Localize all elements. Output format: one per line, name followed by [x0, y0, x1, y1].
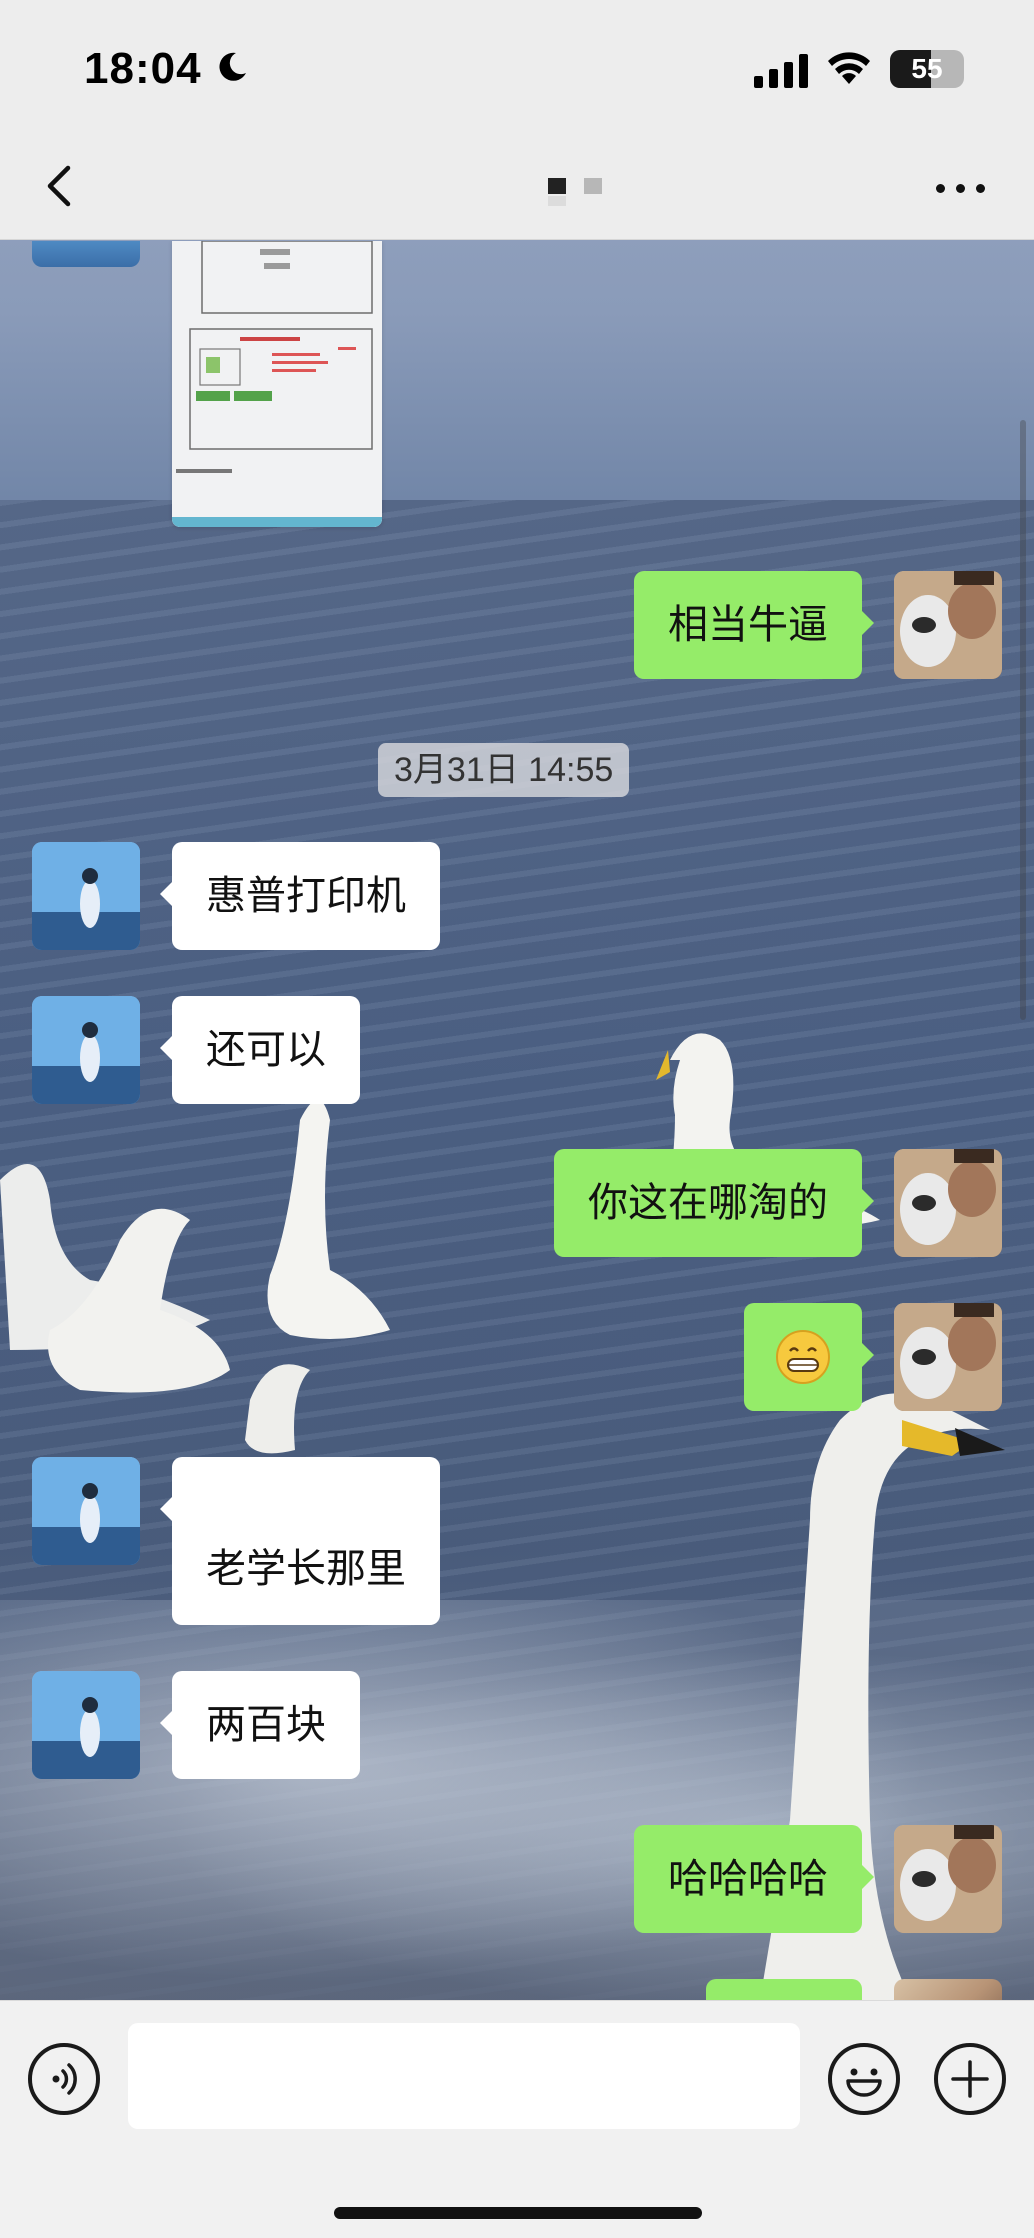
avatar-photo — [32, 1671, 140, 1779]
title-block — [584, 178, 602, 194]
input-bar — [0, 2000, 1034, 2238]
battery-level: 55 — [911, 53, 943, 84]
avatar-photo — [32, 1457, 140, 1565]
chat-header — [0, 130, 1034, 240]
message-outgoing: 相当牛逼 — [0, 571, 1034, 681]
message-bubble[interactable] — [706, 1979, 862, 2000]
avatar-photo — [894, 1825, 1002, 1933]
message-incoming: 两百块 — [0, 1671, 1034, 1781]
cellular-signal-icon — [754, 54, 808, 88]
plus-icon-glyph — [951, 2060, 989, 2098]
message-bubble[interactable] — [744, 1303, 874, 1411]
message-bubble[interactable]: 哈哈哈哈 — [634, 1825, 874, 1933]
message-incoming: 惠普打印机 — [0, 842, 1034, 952]
message-bubble[interactable]: 老学长那里 — [160, 1457, 440, 1625]
message-bubble[interactable]: 还可以 — [160, 996, 360, 1104]
message-image[interactable] — [0, 241, 1034, 531]
message-outgoing: 哈哈哈哈 — [0, 1825, 1034, 1935]
message-outgoing-partial — [0, 1979, 1034, 2000]
home-indicator — [334, 2207, 702, 2219]
avatar[interactable] — [32, 241, 140, 267]
message-incoming: 老学长那里 — [0, 1457, 1034, 1627]
avatar-photo — [894, 571, 1002, 679]
avatar[interactable] — [894, 1825, 1002, 1933]
document-photo-content — [172, 241, 382, 527]
grin-emoji-icon — [776, 1330, 830, 1384]
message-outgoing — [0, 1303, 1034, 1413]
more-dots-icon[interactable] — [930, 174, 990, 204]
avatar[interactable] — [894, 1149, 1002, 1257]
chevron-left-icon[interactable] — [36, 156, 86, 216]
avatar[interactable] — [32, 1457, 140, 1565]
message-incoming: 还可以 — [0, 996, 1034, 1106]
emoji-icon-glyph — [846, 2068, 882, 2097]
message-timestamp: 3月31日 14:55 — [378, 743, 630, 797]
moon-icon — [219, 52, 246, 81]
status-bar: 18:04 55 — [0, 0, 1034, 130]
voice-icon[interactable] — [28, 2043, 100, 2115]
voice-icon-glyph — [52, 2063, 77, 2095]
document-photo[interactable] — [172, 241, 382, 527]
avatar-photo — [894, 1149, 1002, 1257]
avatar[interactable] — [894, 1303, 1002, 1411]
avatar[interactable] — [32, 842, 140, 950]
avatar-photo — [32, 996, 140, 1104]
title-block — [548, 196, 566, 206]
message-outgoing: 你这在哪淘的 — [0, 1149, 1034, 1259]
message-input[interactable] — [128, 2023, 800, 2129]
avatar[interactable] — [894, 571, 1002, 679]
avatar[interactable] — [32, 996, 140, 1104]
plus-icon[interactable] — [934, 2043, 1006, 2115]
avatar[interactable] — [32, 1671, 140, 1779]
emoji-icon[interactable] — [828, 2043, 900, 2115]
scroll-indicator — [1020, 420, 1026, 1020]
status-time: 18:04 — [84, 44, 202, 93]
battery-icon: 55 — [890, 50, 964, 88]
message-bubble[interactable]: 你这在哪淘的 — [554, 1149, 874, 1257]
message-bubble[interactable]: 惠普打印机 — [160, 842, 440, 950]
message-bubble[interactable]: 两百块 — [160, 1671, 360, 1779]
avatar[interactable] — [894, 1979, 1002, 2000]
message-list[interactable]: 相当牛逼 3月31日 14:55 惠普打印机 还可以 你这在哪淘的 老学长那里 … — [0, 241, 1034, 2000]
avatar-photo — [32, 842, 140, 950]
message-bubble[interactable]: 相当牛逼 — [634, 571, 874, 679]
avatar-photo — [894, 1303, 1002, 1411]
wifi-icon — [828, 52, 870, 84]
chat-title-redacted — [540, 174, 602, 206]
title-block — [548, 178, 566, 194]
